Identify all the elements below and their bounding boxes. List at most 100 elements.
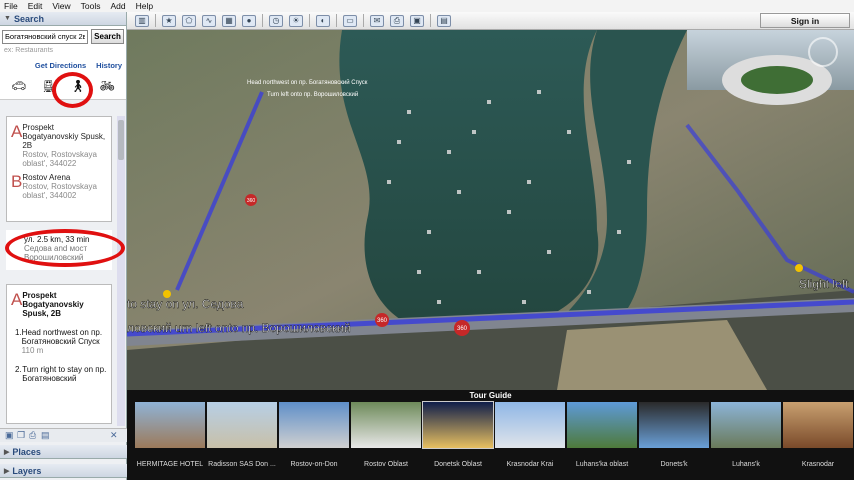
search-button[interactable]: Search (91, 29, 124, 44)
save-image-icon[interactable]: ▣ (410, 14, 424, 27)
tour-item-label: HERMITAGE HOTEL (136, 461, 204, 468)
waypoint-b-address: Rostov, Rostovskaya oblast', 344002 (22, 182, 97, 200)
route-card[interactable]: A Prospekt Bogatyanovskiy Spusk, 2B Rosto… (6, 116, 112, 222)
tour-icon[interactable]: ▤ (41, 430, 53, 441)
stadium-field (741, 66, 813, 94)
planet-icon[interactable]: ◐ (316, 14, 330, 27)
waypoint-b-letter: B (11, 172, 23, 191)
path-icon[interactable]: ∿ (202, 14, 216, 27)
sidebar-toggle-icon[interactable]: ▥ (135, 14, 149, 27)
tour-item[interactable]: Krasnodar Krai (495, 402, 565, 468)
steps-start-letter: A (11, 290, 23, 309)
collapse-triangle-icon[interactable]: ▼ (4, 15, 11, 22)
tour-item[interactable]: Rostov-on-Don (279, 402, 349, 468)
step-2-number: 2. (15, 365, 22, 374)
marker-yellow-2 (795, 264, 803, 272)
tour-item-label: Rostov-on-Don (290, 461, 338, 468)
tour-item[interactable]: Luhans'ka oblast (567, 402, 637, 468)
search-panel-title: Search (13, 13, 44, 24)
placemark-icon[interactable]: ★ (162, 14, 176, 27)
sun-icon[interactable]: ☀ (289, 14, 303, 27)
tour-item[interactable]: Luhans'k (711, 402, 781, 468)
tour-item[interactable]: Krasnodar (783, 402, 853, 468)
step-1-text: Head northwest on пр. Богатяновский Спус… (21, 328, 103, 346)
overlay-icon[interactable]: ▦ (222, 14, 236, 27)
record-tour-icon[interactable]: ● (242, 14, 256, 27)
search-hint: ex: Restaurants (0, 47, 126, 57)
search-input[interactable] (2, 29, 88, 44)
menu-file[interactable]: File (4, 1, 18, 11)
bike-mode-icon[interactable]: 🚲︎ (98, 77, 116, 95)
add-folder-icon[interactable]: ▣ (5, 430, 17, 441)
tour-guide-title: Tour Guide (469, 391, 512, 400)
polygon-icon[interactable]: ⬠ (182, 14, 196, 27)
river-water (339, 30, 599, 330)
satellite-map[interactable]: 360 360 360 Head northwest on пр. Богатя… (127, 30, 854, 390)
layers-title: Layers (12, 465, 42, 476)
email-icon[interactable]: ✉ (370, 14, 384, 27)
step-2[interactable]: 2. Turn right to stay on пр. Богатяновск… (15, 365, 107, 383)
waypoint-b[interactable]: B Rostov Arena Rostov, Rostovskaya oblast… (11, 173, 107, 200)
tour-item[interactable]: Radisson SAS Don ... (207, 402, 277, 468)
search-row: Search (0, 26, 126, 47)
search-links: Get Directions History (0, 57, 126, 72)
search-panel-header[interactable]: ▼ Search (0, 12, 126, 26)
maps-icon[interactable]: ▤ (437, 14, 451, 27)
map-label-turn: ловский urn left onto пр. Ворошиловский (127, 321, 351, 335)
print-icon[interactable]: ⎙ (390, 14, 404, 27)
tour-item[interactable]: Donets'k (639, 402, 709, 468)
directions-steps[interactable]: A Prospekt Bogatyanovskiy Spusk, 2B 1. H… (6, 284, 112, 424)
places-panel-header[interactable]: ▶ Places (0, 445, 127, 459)
highlight-circle-summary (5, 229, 125, 267)
panel-scrollbar[interactable] (117, 116, 125, 426)
tour-guide: Tour Guide HERMITAGE HOTEL Radisson SAS … (127, 390, 854, 480)
tour-thumbnails: HERMITAGE HOTEL Radisson SAS Don ... Ros… (127, 401, 854, 468)
car-mode-icon[interactable]: 🚗︎ (10, 77, 28, 95)
steps-start-title: Prospekt Bogatyanovskiy Spusk, 2B (22, 291, 84, 318)
menu-bar: File Edit View Tools Add Help (0, 0, 854, 12)
pin-360-2-label: 360 (377, 318, 388, 324)
pin-360-1-label: 360 (247, 198, 256, 204)
highlight-circle-walk (52, 72, 93, 108)
waypoint-a-name: Prospekt Bogatyanovskiy Spusk, 2B (22, 123, 106, 150)
waypoint-b-name: Rostov Arena (22, 173, 71, 182)
map-label-top-1: Head northwest on пр. Богатяновский Спус… (247, 79, 368, 86)
menu-help[interactable]: Help (136, 1, 153, 11)
menu-view[interactable]: View (52, 1, 70, 11)
tour-item[interactable]: Rostov Oblast (351, 402, 421, 468)
waypoint-a-address: Rostov, Rostovskaya oblast', 344022 (22, 150, 97, 168)
ruler-icon[interactable]: ▭ (343, 14, 357, 27)
tour-item-label: Radisson SAS Don ... (208, 461, 276, 468)
get-directions-link[interactable]: Get Directions (35, 61, 86, 70)
step-1-number: 1. (15, 328, 22, 337)
expand-triangle-icon[interactable]: ▶ (4, 448, 9, 456)
step-1[interactable]: 1. Head northwest on пр. Богатяновский С… (15, 328, 107, 355)
tour-item-label: Luhans'k (732, 461, 760, 468)
menu-tools[interactable]: Tools (81, 1, 101, 11)
step-2-text: Turn right to stay on пр. Богатяновский (22, 365, 107, 383)
step-1-distance: 110 m (21, 346, 44, 355)
map-label-stay: to stay on ул. Седова (127, 297, 244, 311)
history-link[interactable]: History (96, 61, 122, 70)
print-icon[interactable]: ⎙ (29, 430, 41, 441)
tour-item-label: Rostov Oblast (364, 461, 408, 468)
expand-triangle-icon[interactable]: ▶ (4, 467, 9, 475)
map-label-top-2: Turn left onto пр. Ворошиловский (267, 91, 358, 98)
tour-item-label: Donets'k (660, 461, 688, 468)
map-label-slight-left: Slight left (799, 277, 849, 291)
menu-edit[interactable]: Edit (28, 1, 43, 11)
history-icon[interactable]: ◷ (269, 14, 283, 27)
scrollbar-thumb[interactable] (118, 120, 124, 160)
tour-item[interactable]: Donetsk Oblast (422, 401, 494, 468)
close-icon[interactable]: ✕ (110, 430, 122, 441)
tour-item-label: Krasnodar (801, 461, 835, 468)
pin-360-3-label: 360 (457, 326, 468, 332)
copy-icon[interactable]: ❐ (17, 430, 29, 441)
layers-panel-header[interactable]: ▶ Layers (0, 464, 127, 478)
map-view[interactable]: 360 360 360 Head northwest on пр. Богатя… (127, 30, 854, 390)
tour-item[interactable]: HERMITAGE HOTEL (135, 402, 205, 468)
menu-add[interactable]: Add (110, 1, 125, 11)
places-title: Places (12, 446, 41, 457)
waypoint-a[interactable]: A Prospekt Bogatyanovskiy Spusk, 2B Rosto… (11, 123, 107, 168)
sign-in-button[interactable]: Sign in (760, 13, 850, 28)
